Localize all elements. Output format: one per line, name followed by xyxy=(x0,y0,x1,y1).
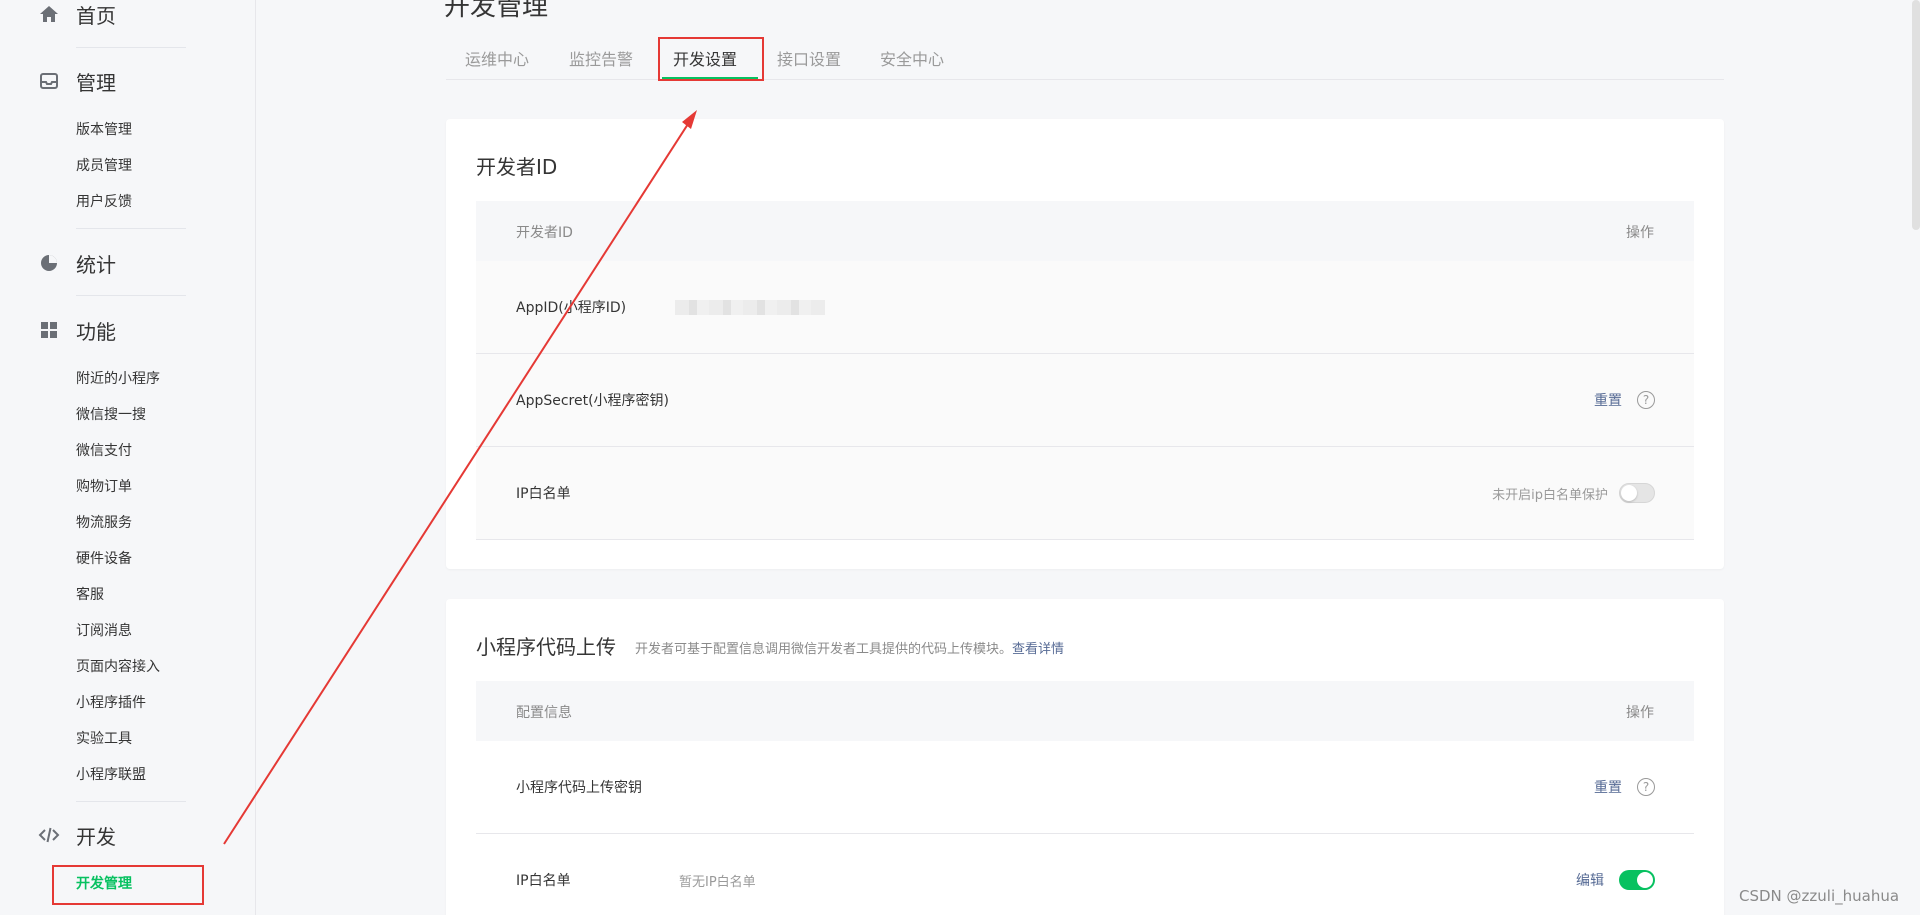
sidebar-item-hardware[interactable]: 硬件设备 xyxy=(76,549,132,569)
tab-ops[interactable]: 运维中心 xyxy=(465,46,529,70)
sidebar-item-service[interactable]: 客服 xyxy=(76,585,104,605)
divider xyxy=(76,801,186,802)
code-icon xyxy=(38,824,60,846)
divider xyxy=(76,228,186,229)
sidebar-item-content[interactable]: 页面内容接入 xyxy=(76,657,160,677)
upload-key-label: 小程序代码上传密钥 xyxy=(516,780,642,796)
ip-whitelist-label: IP白名单 xyxy=(516,486,571,502)
watermark: CSDN @zzuli_huahua xyxy=(1739,887,1900,905)
sidebar-item-lab[interactable]: 实验工具 xyxy=(76,729,132,749)
sidebar-item-home[interactable]: 首页 xyxy=(38,0,116,28)
upload-key-reset-link[interactable]: 重置 xyxy=(1594,777,1622,797)
sidebar-item-label: 功能 xyxy=(76,319,116,344)
table-header: 开发者ID 操作 xyxy=(476,201,1694,261)
highlight-box-sidebar xyxy=(52,865,204,905)
pie-chart-icon xyxy=(38,252,60,274)
description-text: 开发者可基于配置信息调用微信开发者工具提供的代码上传模块。 xyxy=(635,642,1013,657)
sidebar-item-members[interactable]: 成员管理 xyxy=(76,156,132,176)
question-circle-icon[interactable]: ? xyxy=(1637,391,1655,409)
column-header: 开发者ID xyxy=(516,225,573,241)
sidebar-item-label: 统计 xyxy=(76,252,116,277)
divider xyxy=(76,47,186,48)
sidebar-item-stats[interactable]: 统计 xyxy=(38,249,116,277)
ip-whitelist-edit-link[interactable]: 编辑 xyxy=(1576,870,1604,890)
toggle-knob xyxy=(1637,872,1653,888)
developer-id-table: 开发者ID 操作 AppID(小程序ID) AppSecret(小程序密钥) 重… xyxy=(476,201,1694,541)
card-title: 开发者ID xyxy=(476,155,558,179)
ip-whitelist-label: IP白名单 xyxy=(516,873,571,889)
ip-whitelist-toggle[interactable] xyxy=(1619,483,1655,503)
inbox-icon xyxy=(38,70,60,92)
sidebar-item-pay[interactable]: 微信支付 xyxy=(76,441,132,461)
sidebar-item-label: 开发 xyxy=(76,824,116,849)
appid-value-redacted xyxy=(675,300,825,315)
page-title: 开发管理 xyxy=(444,0,549,22)
code-upload-card: 小程序代码上传 开发者可基于配置信息调用微信开发者工具提供的代码上传模块。查看详… xyxy=(446,599,1724,915)
table-row: 小程序代码上传密钥 重置 ? xyxy=(476,741,1694,834)
sidebar-item-version[interactable]: 版本管理 xyxy=(76,120,132,140)
sidebar-item-label: 管理 xyxy=(76,70,116,95)
ip-whitelist-toggle[interactable] xyxy=(1619,870,1655,890)
card-title: 小程序代码上传 xyxy=(476,635,616,659)
sidebar-item-orders[interactable]: 购物订单 xyxy=(76,477,132,497)
grid-icon xyxy=(38,319,60,341)
question-circle-icon[interactable]: ? xyxy=(1637,778,1655,796)
appsecret-label: AppSecret(小程序密钥) xyxy=(516,393,670,409)
sidebar-item-dev[interactable]: 开发 xyxy=(38,821,116,849)
table-header: 配置信息 操作 xyxy=(476,681,1694,741)
scrollbar[interactable] xyxy=(1912,0,1920,230)
view-details-link[interactable]: 查看详情 xyxy=(1012,642,1064,657)
tab-api-settings[interactable]: 接口设置 xyxy=(777,46,841,70)
table-row: IP白名单 暂无IP白名单 编辑 xyxy=(476,834,1694,915)
developer-id-card: 开发者ID 开发者ID 操作 AppID(小程序ID) AppSecret(小程… xyxy=(446,119,1724,569)
card-description: 开发者可基于配置信息调用微信开发者工具提供的代码上传模块。查看详情 xyxy=(635,638,1064,657)
sidebar-item-logistics[interactable]: 物流服务 xyxy=(76,513,132,533)
tab-security[interactable]: 安全中心 xyxy=(880,46,944,70)
sidebar-item-label: 首页 xyxy=(76,3,116,28)
tab-bar: 运维中心 监控告警 开发设置 接口设置 安全中心 xyxy=(446,40,1724,80)
tab-monitor[interactable]: 监控告警 xyxy=(569,46,633,70)
table-row: IP白名单 未开启ip白名单保护 xyxy=(476,447,1694,540)
code-upload-table: 配置信息 操作 小程序代码上传密钥 重置 ? IP白名单 暂无IP白名单 编辑 xyxy=(476,681,1694,915)
highlight-box-tab xyxy=(658,37,764,81)
ip-whitelist-status: 未开启ip白名单保护 xyxy=(1492,488,1608,503)
sidebar-item-feedback[interactable]: 用户反馈 xyxy=(76,192,132,212)
sidebar-item-alliance[interactable]: 小程序联盟 xyxy=(76,765,146,785)
column-header: 配置信息 xyxy=(516,705,572,721)
sidebar-item-plugins[interactable]: 小程序插件 xyxy=(76,693,146,713)
table-row: AppID(小程序ID) xyxy=(476,261,1694,354)
sidebar-item-subscribe[interactable]: 订阅消息 xyxy=(76,621,132,641)
divider xyxy=(76,295,186,296)
sidebar-item-nearby[interactable]: 附近的小程序 xyxy=(76,369,160,389)
column-header: 操作 xyxy=(1626,705,1654,721)
sidebar-item-search[interactable]: 微信搜一搜 xyxy=(76,405,146,425)
appsecret-reset-link[interactable]: 重置 xyxy=(1594,390,1622,410)
ip-whitelist-value: 暂无IP白名单 xyxy=(679,875,756,890)
toggle-knob xyxy=(1621,485,1637,501)
table-row: AppSecret(小程序密钥) 重置 ? xyxy=(476,354,1694,447)
column-header: 操作 xyxy=(1626,225,1654,241)
sidebar-item-features[interactable]: 功能 xyxy=(38,316,116,344)
sidebar-item-manage[interactable]: 管理 xyxy=(38,67,116,95)
appid-label: AppID(小程序ID) xyxy=(516,300,627,316)
sidebar: 首页 管理 版本管理 成员管理 用户反馈 统计 功能 附近的小程序 微信搜一搜 … xyxy=(0,0,256,915)
home-icon xyxy=(38,3,60,25)
